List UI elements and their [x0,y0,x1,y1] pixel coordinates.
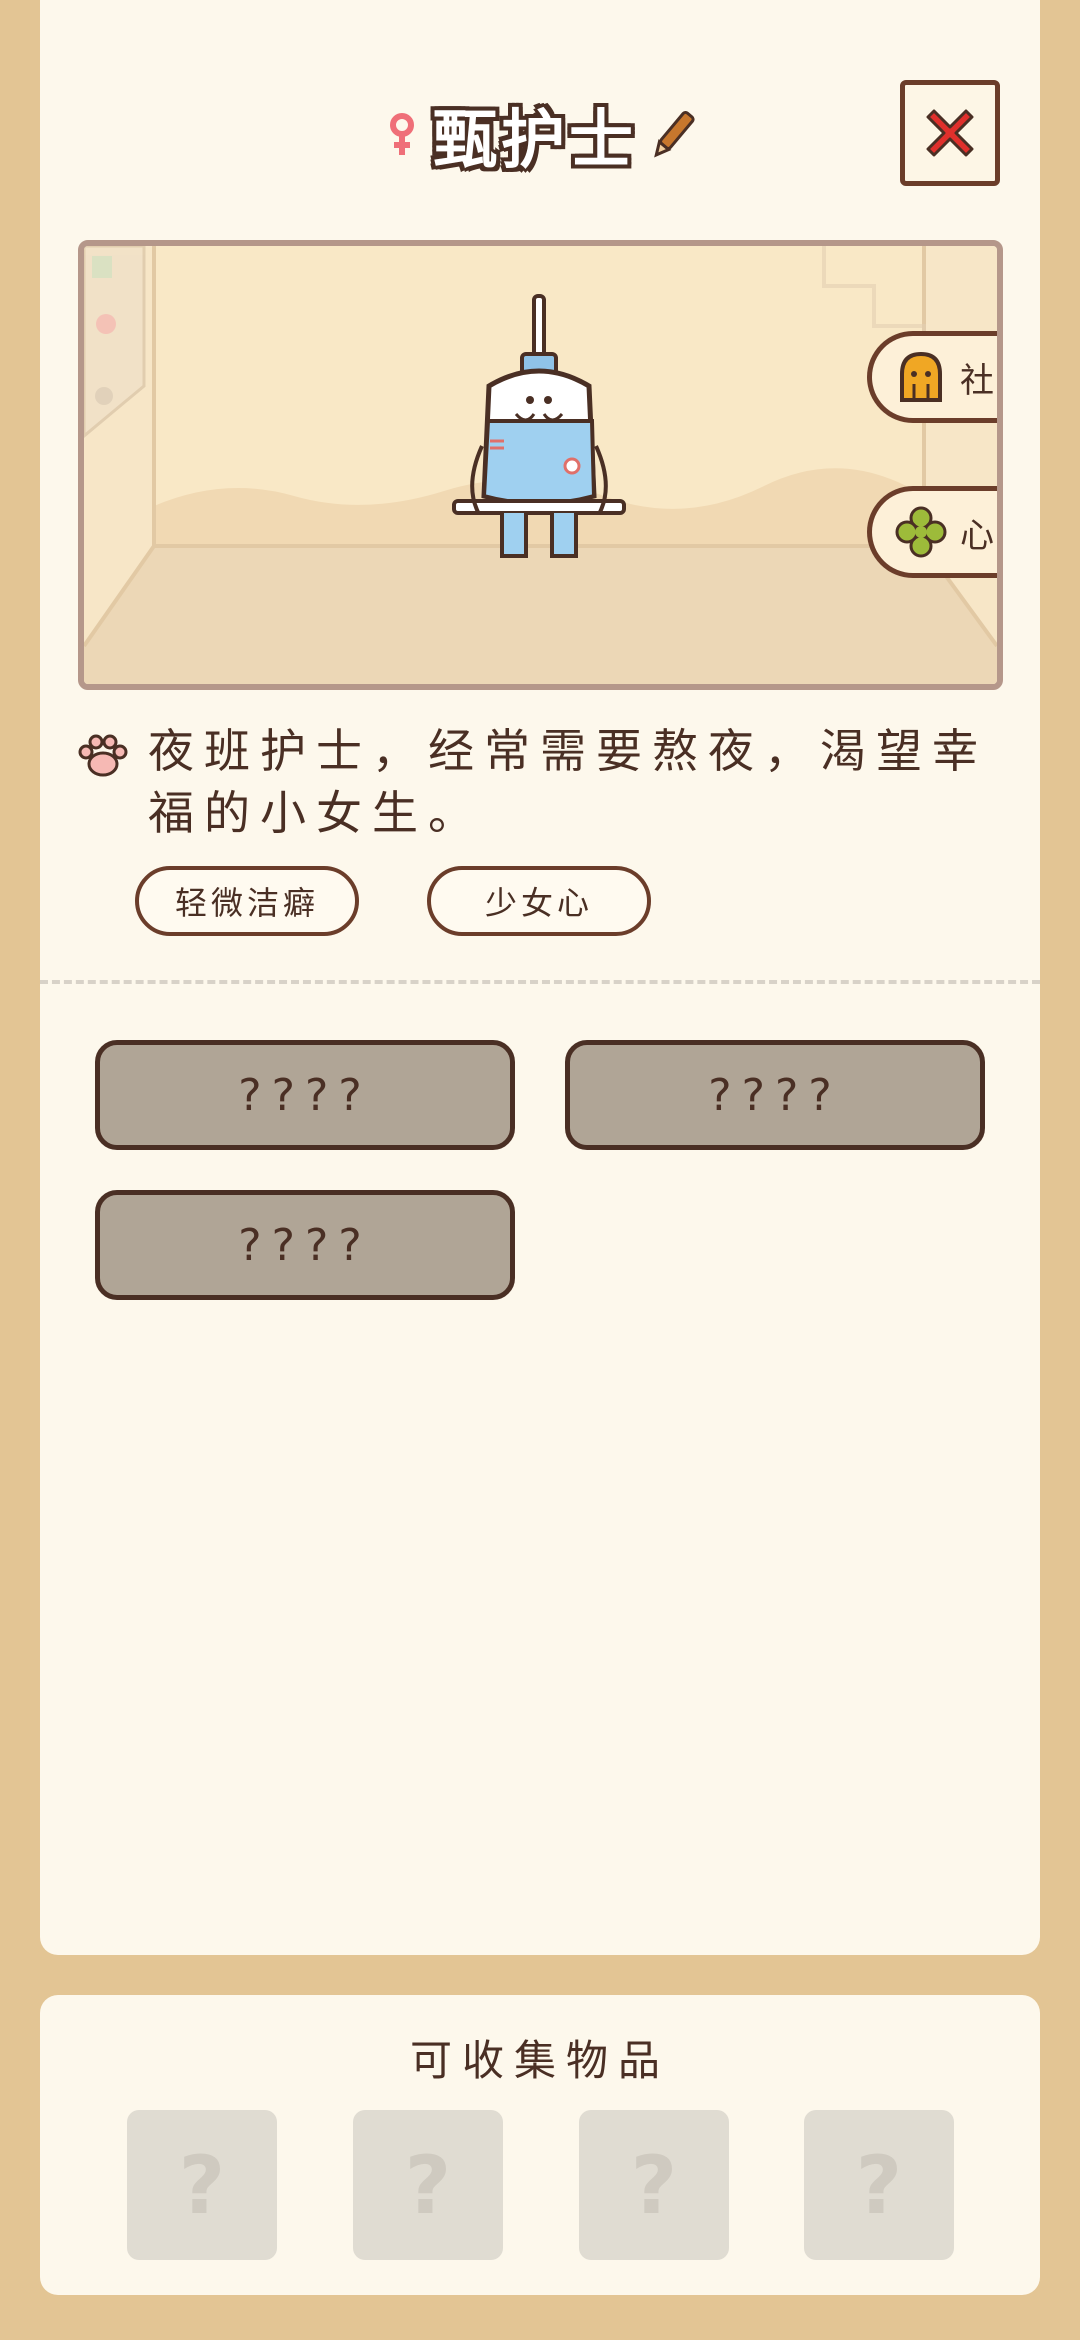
collectible-item[interactable]: ? [804,2110,954,2260]
room-background [84,246,997,684]
character-scene: 社交 心愿 [78,240,1003,690]
social-blob-icon [900,351,942,402]
pencil-icon[interactable] [651,107,695,163]
trait-tag[interactable]: 少女心 [427,866,651,936]
locked-slot[interactable]: ???? [565,1040,985,1150]
character-description: 夜班护士，经常需要熬夜，渴望幸福的小女生。 [148,724,988,840]
header: 甄护士 [40,80,1040,190]
description-row: 夜班护士，经常需要熬夜，渴望幸福的小女生。 [78,720,1008,844]
collectible-item[interactable]: ? [127,2110,277,2260]
collectible-item[interactable]: ? [579,2110,729,2260]
close-button[interactable] [900,80,1000,186]
female-icon [390,113,414,155]
wish-label: 心愿 [960,515,998,556]
trait-tag[interactable]: 轻微洁癖 [135,866,359,936]
social-label: 社交 [960,360,998,401]
social-button[interactable]: 社交 [867,331,998,423]
collectible-item[interactable]: ? [353,2110,503,2260]
paw-icon [78,734,128,777]
locked-slot[interactable]: ???? [95,1190,515,1300]
wish-button[interactable]: 心愿 [867,486,998,578]
close-x-icon [926,109,974,157]
collectibles-title: 可收集物品 [409,2036,670,2085]
title-row: 甄护士 [40,80,1040,190]
locked-slot[interactable]: ???? [95,1040,515,1150]
collectibles-panel: 可收集物品 ? ? ? ? [40,1995,1040,2295]
clover-icon [895,506,947,558]
character-panel: 甄护士 社 心 夜班护士，经常需要熬夜，渴望幸福的小女生。 轻微洁癖 少女心 ?… [40,0,1040,1955]
character-name: 甄护士 [433,104,637,178]
section-divider [40,980,1040,984]
trait-tags: 轻微洁癖 少女心 [135,866,651,936]
